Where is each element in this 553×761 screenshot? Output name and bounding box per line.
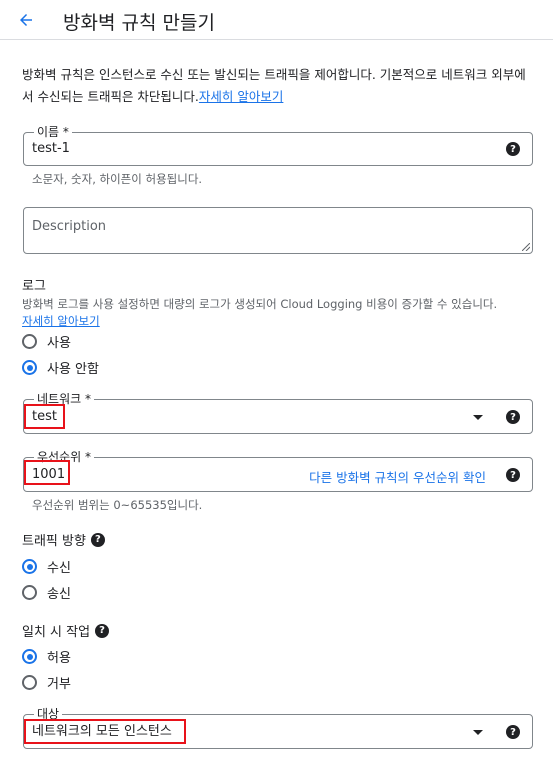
match-action-title-text: 일치 시 작업 [22, 625, 91, 640]
direction-option-egress[interactable]: 송신 [22, 583, 71, 602]
traffic-direction-title: 트래픽 방향 ? [22, 530, 105, 549]
logs-option-on-label: 사용 [47, 336, 71, 351]
priority-hint: 우선순위 범위는 0~65535입니다. [32, 498, 203, 512]
action-allow-label: 허용 [47, 651, 71, 666]
action-option-allow[interactable]: 허용 [22, 647, 71, 666]
intro-text: 방화벽 규칙은 인스턴스로 수신 또는 발신되는 트래픽을 제어합니다. 기본적… [22, 64, 532, 108]
page-header: 방화벽 규칙 만들기 [0, 0, 553, 40]
highlight-box [24, 719, 186, 744]
dropdown-arrow-icon[interactable] [473, 415, 483, 420]
help-icon[interactable]: ? [506, 410, 520, 424]
highlight-box [24, 460, 70, 485]
radio-icon [22, 334, 37, 349]
help-icon[interactable]: ? [95, 623, 110, 638]
radio-checked-icon [22, 649, 37, 664]
learn-more-link[interactable]: 자세히 알아보기 [199, 89, 283, 104]
help-icon[interactable]: ? [506, 142, 520, 156]
back-button[interactable] [12, 6, 40, 34]
radio-icon [22, 675, 37, 690]
name-field-label: 이름 * [34, 124, 72, 140]
description-input[interactable]: Description [32, 218, 106, 236]
logs-title-text: 로그 [22, 279, 46, 294]
logs-learn-more-link[interactable]: 자세히 알아보기 [22, 314, 100, 328]
direction-option-ingress[interactable]: 수신 [22, 557, 71, 576]
action-option-deny[interactable]: 거부 [22, 673, 71, 692]
arrow-back-icon [20, 14, 32, 26]
traffic-direction-title-text: 트래픽 방향 [22, 534, 86, 549]
direction-egress-label: 송신 [47, 587, 71, 602]
action-deny-label: 거부 [47, 677, 71, 692]
radio-icon [22, 585, 37, 600]
logs-description: 방화벽 로그를 사용 설정하면 대량의 로그가 생성되어 Cloud Loggi… [22, 296, 542, 330]
name-hint: 소문자, 숫자, 하이픈이 허용됩니다. [32, 172, 203, 186]
name-input[interactable]: test-1 [32, 140, 70, 158]
name-field[interactable]: 이름 * test-1 ? [23, 124, 533, 166]
logs-option-off[interactable]: 사용 안함 [22, 358, 99, 377]
priority-field[interactable]: 우선순위 * 1001 다른 방화벽 규칙의 우선순위 확인 ? [23, 449, 533, 492]
dropdown-arrow-icon[interactable] [473, 730, 483, 735]
logs-title: 로그 [22, 275, 46, 294]
help-icon[interactable]: ? [90, 532, 105, 547]
logs-option-on[interactable]: 사용 [22, 332, 71, 351]
network-select[interactable]: 네트워크 * test ? [23, 391, 533, 434]
radio-checked-icon [22, 360, 37, 375]
radio-checked-icon [22, 559, 37, 574]
page-title: 방화벽 규칙 만들기 [63, 12, 215, 34]
resize-handle-icon[interactable] [522, 243, 530, 251]
highlight-box [24, 404, 65, 429]
logs-option-off-label: 사용 안함 [47, 362, 99, 377]
description-field[interactable]: Description [23, 207, 533, 254]
direction-ingress-label: 수신 [47, 561, 71, 576]
logs-desc-text: 방화벽 로그를 사용 설정하면 대량의 로그가 생성되어 Cloud Loggi… [22, 297, 498, 311]
check-priority-link[interactable]: 다른 방화벽 규칙의 우선순위 확인 [309, 467, 486, 486]
help-icon[interactable]: ? [506, 725, 520, 739]
help-icon[interactable]: ? [506, 468, 520, 482]
match-action-title: 일치 시 작업 ? [22, 621, 110, 640]
